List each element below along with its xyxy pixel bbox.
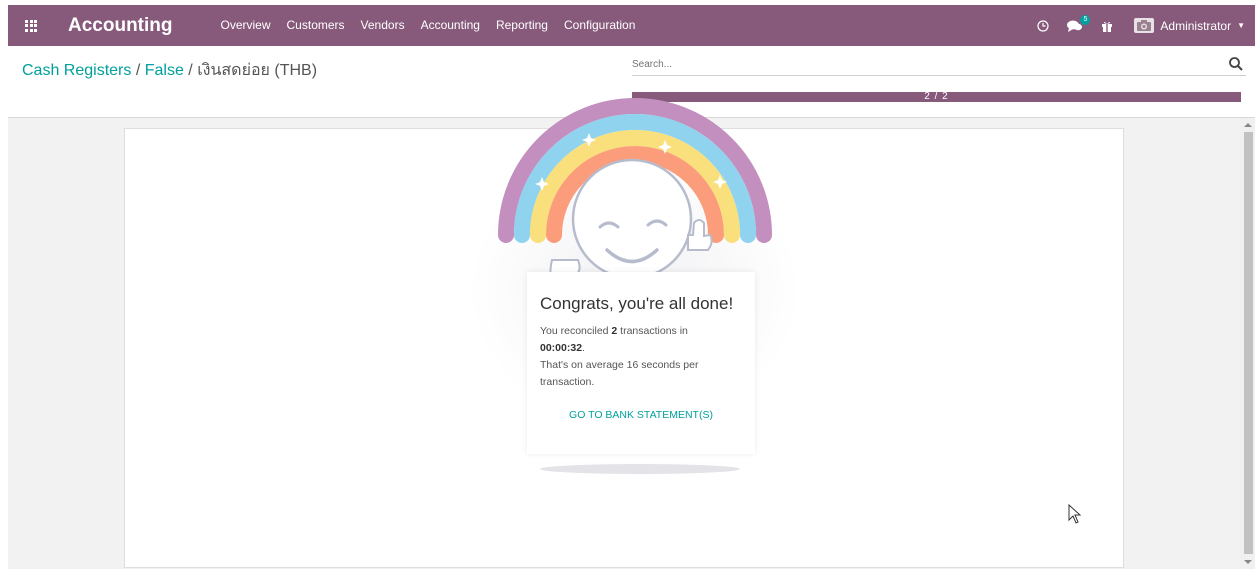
chat-icon[interactable]: 5: [1058, 5, 1092, 46]
menu-reporting[interactable]: Reporting: [488, 5, 556, 46]
go-to-bank-statements-button[interactable]: GO TO BANK STATEMENT(S): [540, 409, 742, 421]
scroll-up-arrow[interactable]: [1244, 123, 1252, 127]
breadcrumb-middle[interactable]: False: [145, 62, 184, 79]
scrollbar[interactable]: [1240, 118, 1255, 569]
menu-customers[interactable]: Customers: [279, 5, 353, 46]
avatar-icon: [1134, 18, 1155, 33]
breadcrumb-separator: /: [183, 62, 198, 79]
chat-badge: 5: [1080, 15, 1091, 25]
summary-prefix: You reconciled: [540, 325, 612, 337]
breadcrumb-root[interactable]: Cash Registers: [22, 62, 131, 79]
congrats-card: Congrats, you're all done! You reconcile…: [527, 272, 755, 454]
clock-icon[interactable]: [1028, 5, 1058, 46]
congrats-title: Congrats, you're all done!: [540, 294, 734, 313]
systray: 5 Administrator ▼: [1028, 5, 1255, 46]
user-name: Administrator: [1160, 18, 1232, 33]
caret-down-icon: ▼: [1237, 21, 1245, 30]
card-shadow: [540, 464, 740, 474]
reconcile-summary: You reconciled 2 transactions in 00:00:3…: [540, 323, 742, 391]
rainbow-smiley-illustration: [498, 98, 772, 291]
breadcrumb-current: เงินสดย่อย (THB): [197, 62, 318, 79]
search-icon[interactable]: [1228, 56, 1244, 72]
elapsed-time: 00:00:32: [540, 342, 583, 354]
summary-period: .: [582, 342, 585, 354]
mouse-cursor-icon: [1068, 504, 1082, 524]
scroll-down-arrow[interactable]: [1244, 560, 1252, 564]
menu-vendors[interactable]: Vendors: [353, 5, 413, 46]
apps-grid-icon[interactable]: [8, 5, 54, 46]
gift-icon[interactable]: [1092, 5, 1122, 46]
scroll-thumb[interactable]: [1244, 132, 1253, 554]
menu-accounting[interactable]: Accounting: [413, 5, 488, 46]
main-navbar: Accounting Overview Customers Vendors Ac…: [8, 5, 1255, 46]
search-input[interactable]: [632, 54, 1192, 75]
breadcrumb: Cash Registers / False / เงินสดย่อย (THB…: [22, 58, 317, 83]
search-bar: [632, 54, 1246, 76]
breadcrumb-separator: /: [131, 62, 145, 79]
menu-overview[interactable]: Overview: [213, 5, 279, 46]
main-menu: Overview Customers Vendors Accounting Re…: [213, 5, 644, 46]
menu-configuration[interactable]: Configuration: [556, 5, 643, 46]
average-time: That's on average 16 seconds per transac…: [540, 359, 699, 388]
app-brand[interactable]: Accounting: [68, 15, 173, 37]
user-menu[interactable]: Administrator ▼: [1122, 18, 1255, 33]
summary-suffix: transactions in: [617, 325, 688, 337]
